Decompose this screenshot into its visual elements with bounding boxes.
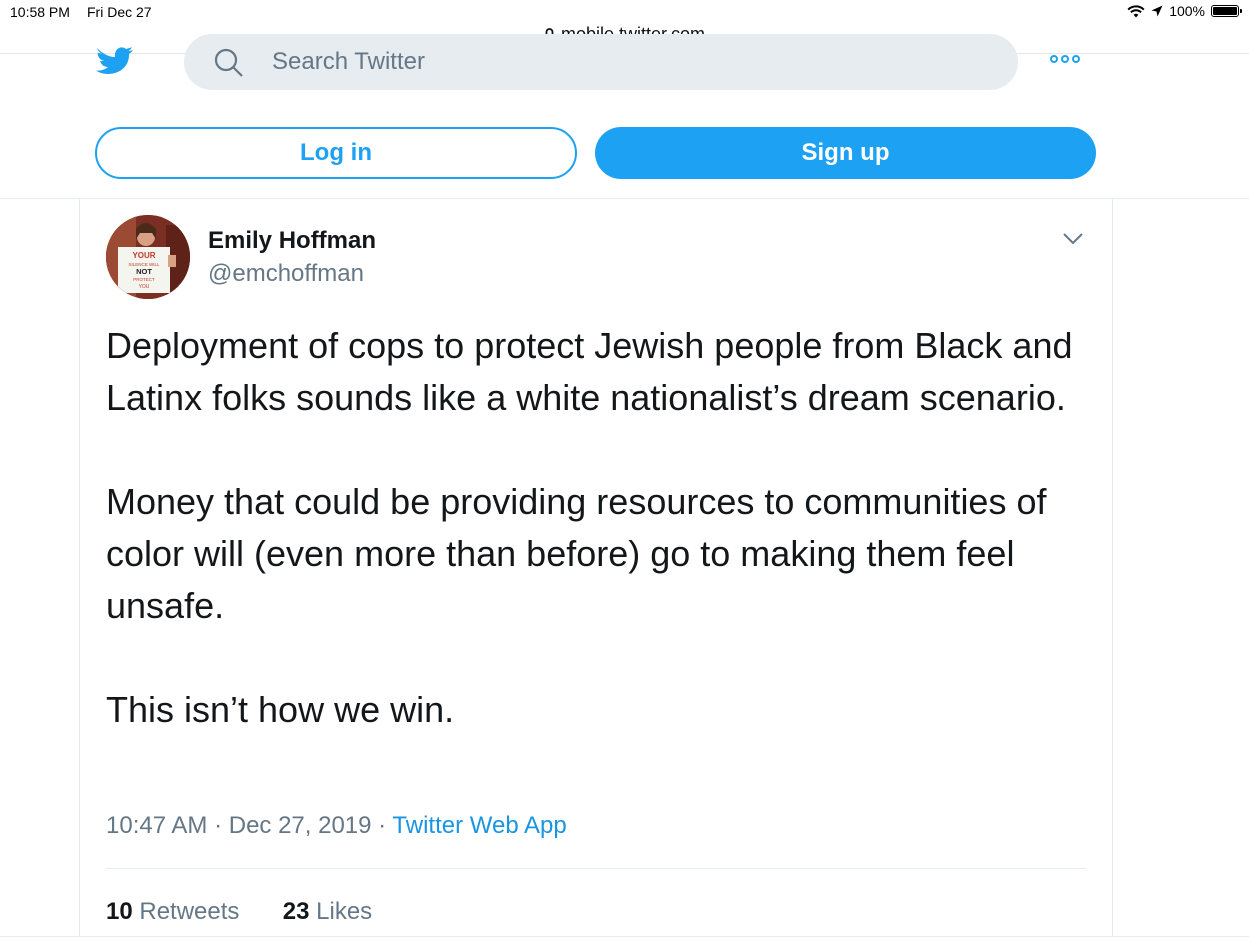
retweets-count: 10	[106, 898, 133, 925]
dot	[1061, 55, 1069, 63]
wifi-icon	[1127, 5, 1145, 17]
likes-link[interactable]: 23 Likes	[283, 898, 372, 925]
card-border	[79, 199, 80, 937]
location-arrow-icon	[1151, 5, 1163, 17]
tweet-metadata: 10:47 AM · Dec 27, 2019 · Twitter Web Ap…	[106, 812, 567, 840]
dot	[1072, 55, 1080, 63]
status-bar: 10:58 PM Fri Dec 27 100%	[0, 0, 1249, 24]
tweet-time[interactable]: 10:47 AM	[106, 812, 207, 839]
author-handle[interactable]: @emchoffman	[208, 260, 364, 288]
chevron-down-icon[interactable]	[1061, 230, 1085, 246]
author-name[interactable]: Emily Hoffman	[208, 227, 376, 255]
status-indicators: 100%	[1127, 3, 1242, 19]
separator: ·	[207, 812, 229, 839]
tweet-stats: 10 Retweets 23 Likes	[106, 898, 372, 926]
likes-label: Likes	[316, 898, 373, 925]
status-date: Fri Dec 27	[87, 4, 152, 20]
retweets-link[interactable]: 10 Retweets	[106, 898, 239, 925]
login-button[interactable]: Log in	[95, 127, 577, 179]
search-input[interactable]: Search Twitter	[184, 34, 1018, 90]
search-icon	[214, 48, 243, 77]
divider	[106, 868, 1086, 869]
tweet-paragraph: Deployment of cops to protect Jewish peo…	[106, 325, 1073, 418]
avatar-sign-text: YOUR	[132, 251, 155, 260]
more-options-icon[interactable]	[1050, 55, 1080, 63]
search-placeholder: Search Twitter	[272, 48, 425, 75]
twitter-bird-icon[interactable]	[95, 40, 135, 78]
retweets-label: Retweets	[139, 898, 240, 925]
avatar-sign-text: PROTECT	[133, 277, 155, 282]
tweet-text: Deployment of cops to protect Jewish peo…	[106, 320, 1096, 736]
divider	[0, 198, 1249, 199]
dot	[1050, 55, 1058, 63]
tweet-source-link[interactable]: Twitter Web App	[392, 812, 566, 839]
likes-count: 23	[282, 898, 310, 925]
separator: ·	[371, 812, 393, 839]
avatar-sign-text: YOU	[139, 284, 150, 290]
avatar[interactable]: YOUR SILENCE WILL NOT PROTECT YOU	[106, 215, 190, 299]
battery-icon	[1211, 5, 1242, 17]
status-time: 10:58 PM	[10, 4, 70, 20]
card-border	[1112, 199, 1113, 937]
tweet-paragraph: Money that could be providing resources …	[106, 481, 1047, 626]
avatar-photo: YOUR SILENCE WILL NOT PROTECT YOU	[106, 215, 190, 299]
battery-percent: 100%	[1169, 3, 1205, 19]
tweet-paragraph: This isn’t how we win.	[106, 689, 455, 730]
signup-button[interactable]: Sign up	[595, 127, 1096, 179]
tweet-date[interactable]: Dec 27, 2019	[229, 812, 372, 839]
avatar-sign-text: NOT	[136, 267, 152, 276]
